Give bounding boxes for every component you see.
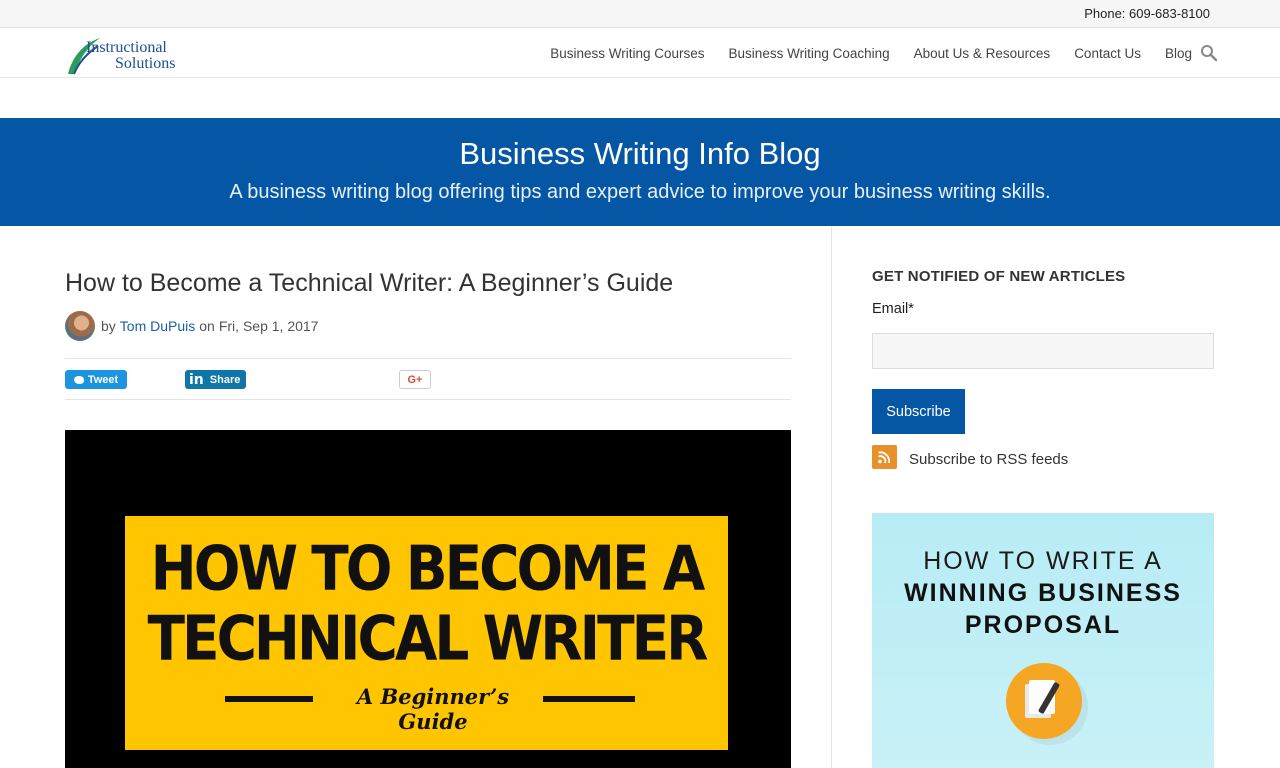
hero-image: HOW TO BECOME A TECHNICAL WRITER A Begin…	[65, 430, 791, 768]
promo-line2: WINNING BUSINESS	[904, 579, 1182, 607]
hero-line3: A Beginner’s Guide	[356, 684, 510, 734]
email-label-text: Email	[872, 301, 909, 317]
email-field[interactable]	[872, 333, 1214, 369]
hero-guide-row: A Beginner’s Guide	[225, 684, 635, 734]
promo-line1: HOW TO WRITE A	[923, 547, 1163, 575]
sidebar: GET NOTIFIED OF NEW ARTICLES Email* Subs…	[872, 227, 1214, 768]
post-date: Fri, Sep 1, 2017	[218, 318, 319, 334]
nav-business-writing-courses[interactable]: Business Writing Courses	[550, 46, 704, 61]
subscribe-button[interactable]: Subscribe	[872, 389, 965, 434]
promo-line3: PROPOSAL	[964, 611, 1122, 639]
nav-about-us-resources[interactable]: About Us & Resources	[914, 46, 1051, 61]
document-pen-icon	[1006, 663, 1082, 739]
hero-rule-left	[225, 696, 313, 702]
share-bar: Tweet in Share G+	[65, 358, 791, 400]
hero-line1: HOW TO BECOME A	[150, 532, 706, 604]
google-plus-button[interactable]: G+	[399, 370, 431, 389]
site-header: Instructional Solutions Business Writing…	[0, 28, 1280, 78]
hero-rule-right	[543, 696, 635, 702]
newsletter-title: GET NOTIFIED OF NEW ARTICLES	[872, 268, 1126, 285]
article: How to Become a Technical Writer: A Begi…	[65, 227, 791, 768]
search-icon[interactable]	[1200, 44, 1218, 62]
nav-blog[interactable]: Blog	[1165, 46, 1192, 61]
tweet-label: Tweet	[87, 373, 119, 386]
phone-number: Phone: 609-683-8100	[1084, 6, 1210, 21]
top-bar: Phone: 609-683-8100	[0, 0, 1280, 28]
post-title[interactable]: How to Become a Technical Writer: A Begi…	[65, 269, 673, 298]
linkedin-share-button[interactable]: in Share	[185, 370, 246, 389]
main-nav: Business Writing Courses Business Writin…	[526, 28, 1192, 78]
linkedin-share-label: Share	[209, 373, 241, 386]
banner-title: Business Writing Info Blog	[459, 136, 821, 171]
email-label: Email*	[872, 301, 914, 317]
proposal-promo[interactable]: HOW TO WRITE A WINNING BUSINESS PROPOSAL	[872, 513, 1214, 768]
author-link[interactable]: Tom DuPuis	[120, 318, 195, 334]
nav-contact-us[interactable]: Contact Us	[1074, 46, 1141, 61]
rss-link[interactable]: Subscribe to RSS feeds	[909, 451, 1068, 468]
author-avatar	[65, 311, 95, 341]
linkedin-icon: in	[189, 371, 204, 388]
by-label: by	[101, 318, 116, 334]
logo[interactable]: Instructional Solutions	[64, 32, 204, 75]
banner-subtitle: A business writing blog offering tips an…	[229, 181, 1051, 203]
column-divider	[831, 227, 832, 768]
logo-text-line2: Solutions	[115, 55, 176, 72]
post-meta: by Tom DuPuis on Fri, Sep 1, 2017	[65, 311, 318, 341]
hero-line2: TECHNICAL WRITER	[147, 602, 708, 674]
tweet-button[interactable]: Tweet	[65, 370, 127, 389]
rss-icon[interactable]	[872, 445, 897, 469]
blog-banner: Business Writing Info Blog A business wr…	[0, 118, 1280, 226]
required-mark: *	[908, 301, 914, 317]
hero-card: HOW TO BECOME A TECHNICAL WRITER A Begin…	[125, 516, 728, 750]
date-prefix: on	[199, 318, 215, 334]
logo-text-line1: Instructional	[86, 39, 167, 56]
nav-business-writing-coaching[interactable]: Business Writing Coaching	[729, 46, 890, 61]
twitter-bird-icon	[73, 375, 84, 384]
